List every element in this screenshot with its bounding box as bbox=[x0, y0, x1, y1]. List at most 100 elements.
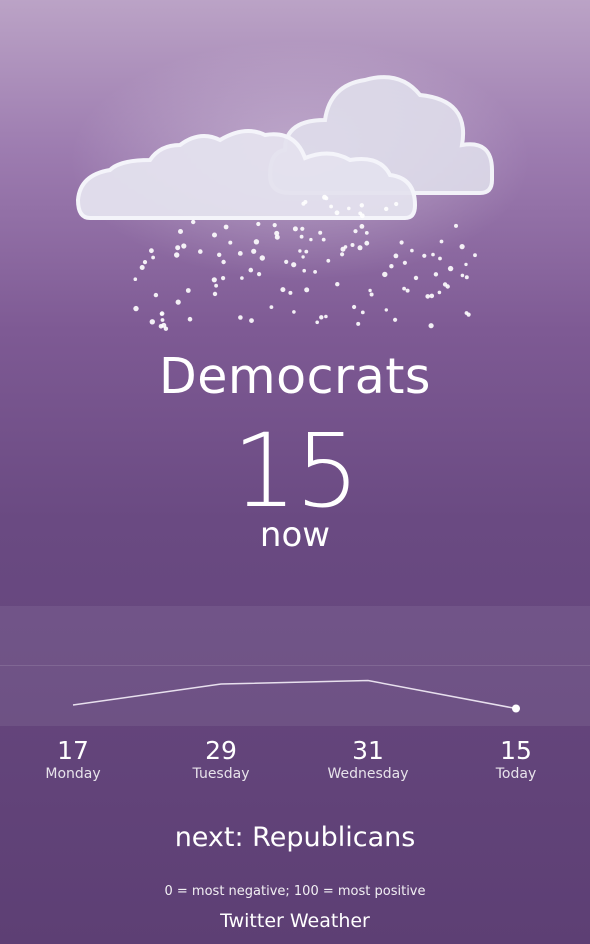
raindrop bbox=[360, 310, 365, 315]
raindrop bbox=[393, 253, 399, 259]
raindrop bbox=[153, 292, 159, 298]
raindrop bbox=[288, 290, 293, 295]
raindrop bbox=[302, 268, 307, 273]
raindrop bbox=[343, 245, 348, 249]
raindrop bbox=[402, 286, 406, 291]
raindrop bbox=[151, 255, 156, 260]
raindrop bbox=[329, 204, 333, 209]
raindrop bbox=[318, 230, 323, 235]
raindrop bbox=[139, 265, 145, 270]
raindrop bbox=[359, 224, 365, 229]
raindrop bbox=[322, 194, 328, 200]
raindrop bbox=[359, 213, 365, 219]
raindrop bbox=[454, 223, 458, 228]
raindrop bbox=[212, 232, 217, 238]
raindrop bbox=[389, 264, 394, 269]
raindrop bbox=[473, 253, 477, 258]
raindrop bbox=[161, 322, 167, 328]
raindrop bbox=[334, 210, 340, 216]
forecast-value: 29 bbox=[205, 736, 237, 765]
trend-line bbox=[72, 679, 517, 710]
forecast-day-tuesday: 29 Tuesday bbox=[161, 736, 281, 782]
raindrop bbox=[178, 229, 183, 234]
raindrop bbox=[319, 315, 324, 320]
raindrop bbox=[298, 249, 302, 253]
raindrop bbox=[133, 277, 138, 282]
raindrop bbox=[321, 237, 326, 242]
raindrop bbox=[315, 320, 320, 325]
raindrop bbox=[187, 316, 193, 322]
raindrop bbox=[347, 206, 351, 211]
raindrop bbox=[292, 310, 296, 314]
raindrop bbox=[352, 304, 357, 310]
current-point-marker bbox=[512, 704, 520, 713]
raindrop bbox=[249, 318, 254, 323]
raindrop bbox=[304, 249, 309, 254]
raindrop bbox=[301, 201, 306, 206]
raindrop bbox=[221, 276, 226, 281]
raindrop bbox=[350, 243, 355, 247]
category-title: Democrats bbox=[159, 348, 431, 405]
raindrop bbox=[460, 273, 465, 278]
raindrop bbox=[405, 288, 410, 293]
raindrop bbox=[384, 206, 389, 212]
next-category: next: Republicans bbox=[174, 822, 416, 853]
raindrop bbox=[149, 319, 155, 325]
raindrop bbox=[149, 248, 154, 254]
raindrop bbox=[301, 255, 305, 259]
raindrop bbox=[175, 245, 181, 251]
raindrop bbox=[464, 262, 468, 267]
forecast-value: 17 bbox=[57, 736, 89, 765]
raindrop bbox=[191, 219, 196, 225]
raindrop bbox=[359, 203, 364, 208]
raindrop bbox=[133, 305, 139, 312]
forecast-value: 15 bbox=[500, 736, 532, 765]
raindrop bbox=[142, 260, 148, 265]
raindrop bbox=[159, 312, 164, 316]
raindrop bbox=[274, 234, 280, 240]
raindrop bbox=[238, 315, 243, 320]
app-brand: Twitter Weather bbox=[220, 910, 370, 932]
raindrop bbox=[340, 252, 345, 257]
raindrop bbox=[185, 288, 191, 293]
rain-cloud-icon bbox=[70, 40, 530, 331]
scale-legend: 0 = most negative; 100 = most positive bbox=[164, 884, 426, 899]
raindrop bbox=[292, 226, 298, 232]
raindrop bbox=[221, 259, 226, 265]
raindrop bbox=[212, 291, 218, 297]
forecast-day-wednesday: 31 Wednesday bbox=[308, 736, 428, 782]
raindrop bbox=[431, 252, 435, 257]
raindrop bbox=[248, 267, 254, 273]
raindrop bbox=[299, 234, 304, 239]
raindrop bbox=[237, 251, 243, 256]
raindrop bbox=[439, 239, 444, 244]
forecast-day-label: Today bbox=[495, 766, 537, 782]
raindrop bbox=[251, 248, 257, 254]
raindrop bbox=[368, 288, 372, 293]
raindrop bbox=[300, 226, 305, 231]
raindrop bbox=[160, 318, 165, 322]
raindrop bbox=[433, 272, 439, 277]
raindrop bbox=[175, 299, 181, 305]
score-time-label: now bbox=[259, 515, 331, 555]
raindrop bbox=[291, 262, 297, 268]
raindrop bbox=[437, 290, 442, 295]
raindrop bbox=[364, 231, 369, 235]
raindrop bbox=[394, 201, 399, 207]
raindrop bbox=[459, 244, 465, 250]
forecast-value: 31 bbox=[352, 736, 384, 765]
raindrop bbox=[410, 248, 414, 253]
raindrop bbox=[335, 282, 340, 287]
raindrop bbox=[174, 252, 180, 258]
raindrop bbox=[399, 240, 404, 245]
raindrop bbox=[464, 311, 469, 315]
raindrop bbox=[304, 287, 310, 293]
raindrop bbox=[211, 277, 217, 283]
raindrop bbox=[259, 255, 265, 261]
raindrop bbox=[280, 287, 286, 293]
raindrop bbox=[240, 276, 244, 280]
raindrop bbox=[384, 308, 388, 312]
raindrop bbox=[447, 265, 454, 272]
raindrop bbox=[313, 270, 317, 274]
raindrop bbox=[269, 305, 274, 309]
